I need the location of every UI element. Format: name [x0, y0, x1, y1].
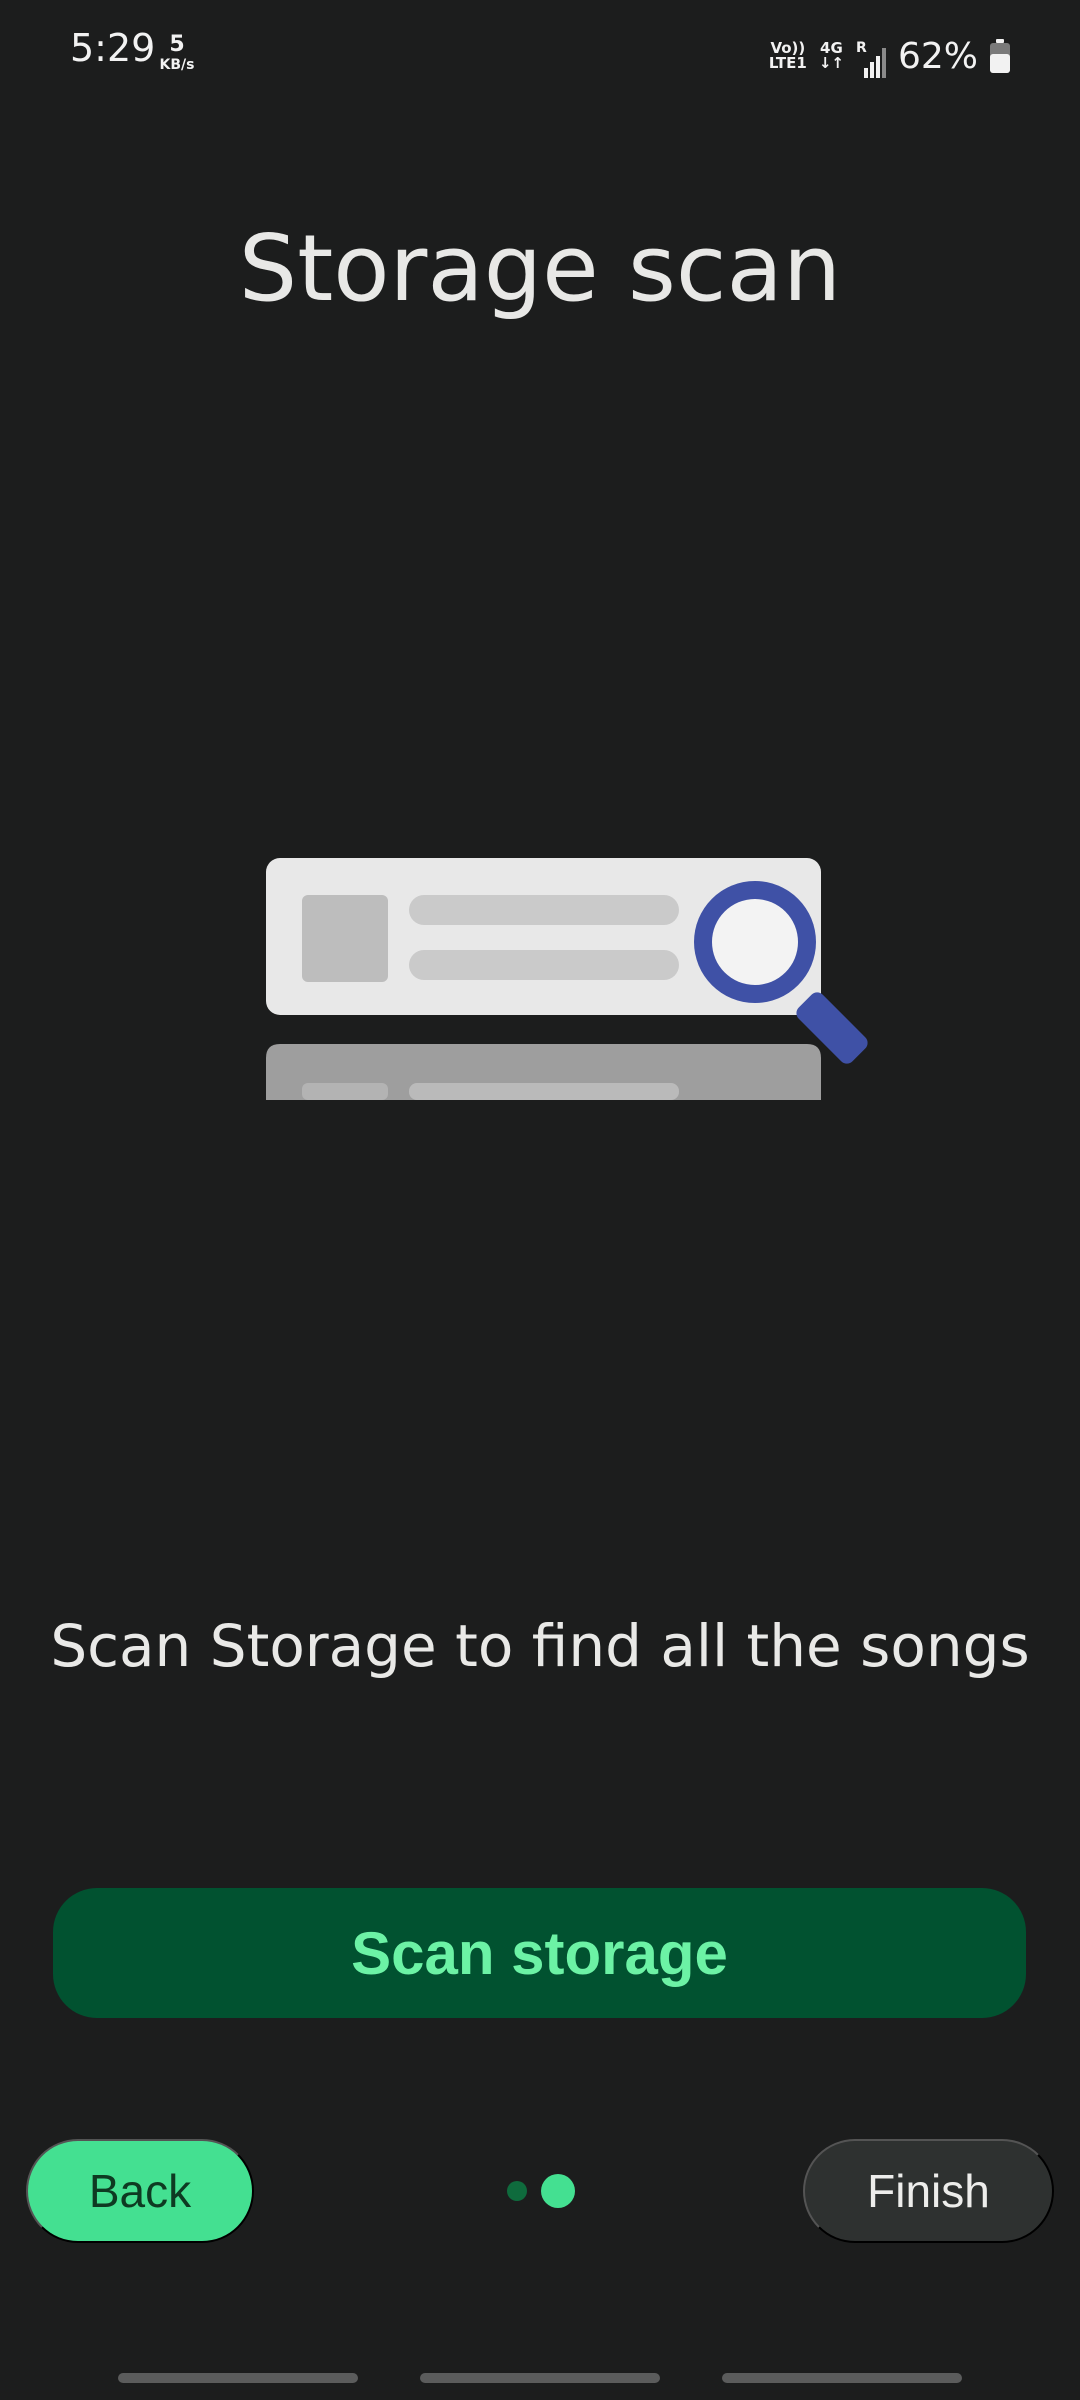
network-type-icon: 4G ↓↑	[819, 41, 844, 71]
page-dot-2-active	[541, 2174, 575, 2208]
gesture-home-handle[interactable]	[420, 2373, 660, 2383]
gesture-navigation-bar	[0, 2373, 1080, 2385]
onboarding-screen: 5:29 5 KB/s Vo)) LTE1 4G ↓↑ R 62% Storag…	[0, 0, 1080, 2400]
network-speed: 5 KB/s	[157, 32, 197, 73]
description-text: Scan Storage to find all the songs	[50, 1612, 1030, 1680]
scan-storage-button[interactable]: Scan storage	[53, 1888, 1026, 2018]
network-speed-value: 5	[169, 32, 185, 57]
status-icons: Vo)) LTE1 4G ↓↑ R 62%	[769, 26, 1010, 86]
finish-button[interactable]: Finish	[803, 2139, 1054, 2243]
battery-icon	[990, 39, 1010, 73]
page-dot-1	[507, 2181, 527, 2201]
page-indicator	[505, 2173, 575, 2209]
gesture-back-handle[interactable]	[722, 2373, 962, 2383]
status-time: 5:29	[70, 26, 156, 70]
battery-percent: 62%	[897, 35, 978, 77]
signal-bars-icon	[863, 48, 886, 78]
volte-icon: Vo)) LTE1	[769, 41, 807, 71]
back-button[interactable]: Back	[26, 2139, 254, 2243]
network-speed-unit: KB/s	[159, 57, 195, 73]
volte-bottom-label: LTE1	[768, 54, 807, 72]
signal-icon: R	[856, 36, 886, 78]
document-card-back	[266, 1044, 821, 1100]
status-bar: 5:29 5 KB/s Vo)) LTE1 4G ↓↑ R 62%	[0, 0, 1080, 110]
page-title: Storage scan	[238, 215, 842, 322]
storage-search-illustration	[266, 858, 868, 1100]
network-arrows: ↓↑	[818, 54, 844, 72]
gesture-recents-handle[interactable]	[118, 2373, 358, 2383]
